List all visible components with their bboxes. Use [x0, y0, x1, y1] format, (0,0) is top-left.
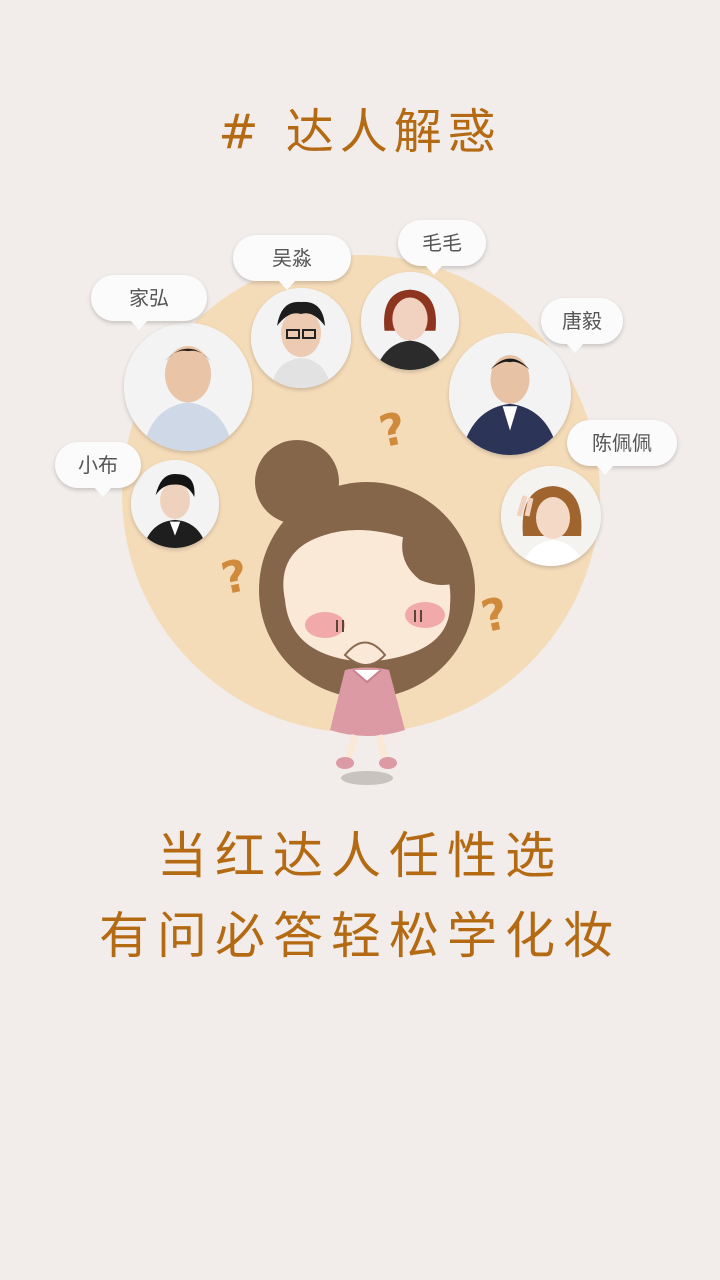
slogan-line-1: 当红达人任性选	[157, 827, 563, 885]
expert-name: 唐毅	[562, 309, 602, 333]
bubble-tail	[565, 342, 585, 353]
expert-avatar-chenpeipei[interactable]	[501, 466, 601, 566]
bubble-tail	[277, 279, 297, 290]
expert-name: 小布	[78, 453, 118, 477]
expert-avatar-maomao[interactable]	[361, 272, 459, 370]
bubble-tail	[424, 264, 444, 275]
expert-name-bubble: 家弘	[91, 275, 207, 330]
expert-avatar-xiaobu[interactable]	[131, 460, 219, 548]
expert-avatar-wumiao[interactable]	[251, 288, 351, 388]
cartoon-girl-illustration	[255, 440, 475, 785]
expert-name-bubble: 吴淼	[233, 235, 351, 290]
page-title: # 达人解惑	[218, 104, 502, 160]
expert-avatar-jiahong[interactable]	[124, 323, 252, 451]
bubble-tail	[129, 319, 149, 330]
expert-avatar-tangyi[interactable]	[449, 333, 571, 455]
expert-name-bubble: 陈佩佩	[567, 420, 677, 475]
expert-name-bubble: 毛毛	[398, 220, 486, 275]
expert-name: 陈佩佩	[592, 431, 652, 455]
expert-name: 毛毛	[422, 231, 462, 255]
expert-intro-page: # 达人解惑 ? ? ? 家弘 吴淼 毛毛 唐毅 陈佩佩 小布 当红达人任性选 …	[0, 0, 720, 1280]
bubble-tail	[595, 464, 615, 475]
expert-name: 吴淼	[272, 246, 312, 270]
expert-name: 家弘	[129, 286, 169, 310]
expert-name-bubble: 小布	[55, 442, 141, 497]
bubble-tail	[93, 486, 113, 497]
expert-name-bubble: 唐毅	[541, 298, 623, 353]
slogan-line-2: 有问必答轻松学化妆	[99, 907, 621, 965]
